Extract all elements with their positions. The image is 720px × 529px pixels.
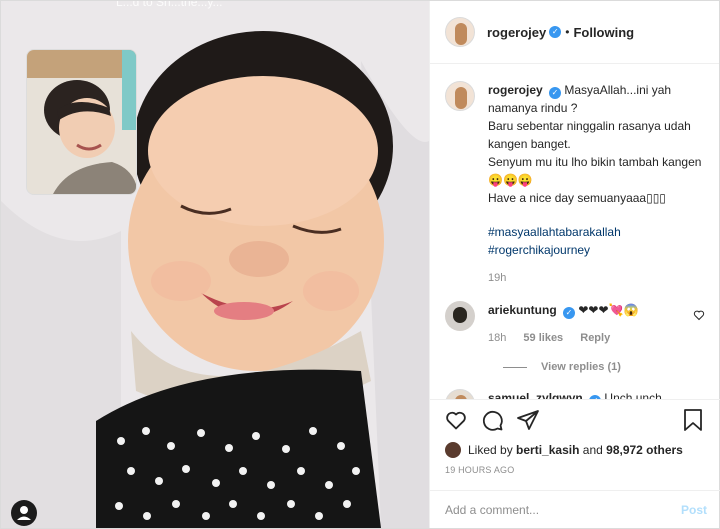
view-replies-label: View replies (1)	[541, 361, 621, 373]
post-comment-button[interactable]: Post	[681, 503, 707, 517]
likes-summary: Liked by berti_kasih and 98,972 others	[430, 440, 720, 460]
bookmark-icon[interactable]	[682, 408, 704, 432]
add-comment-input[interactable]	[445, 503, 681, 517]
tagged-users-button[interactable]	[11, 500, 37, 526]
header-separator: •	[565, 25, 570, 39]
post-side-panel: rogerojey ✓ • Following rogerojey ✓ Masy…	[429, 1, 720, 529]
caption-time: 19h	[488, 272, 507, 284]
post-window: L...d to Sh...the...y... rogerojey ✓ • F…	[0, 0, 720, 529]
caption-line: Senyum mu itu lho bikin tambah kangen😛😛😛	[488, 155, 702, 187]
commenter-avatar[interactable]	[445, 301, 475, 331]
post-photo[interactable]: L...d to Sh...the...y...	[1, 1, 429, 528]
reply-button[interactable]: Reply	[580, 332, 610, 344]
hashtag-link[interactable]: #masyaallahtabarakallah	[488, 223, 705, 241]
caption-line: Have a nice day semuanyaaa▯▯▯	[488, 191, 666, 205]
comment-item: samuel_zylgwyn ✓ Unch unch	[445, 389, 705, 399]
caption-username[interactable]: rogerojey	[488, 83, 543, 97]
comments-list[interactable]: rogerojey ✓ MasyaAllah...ini yah namanya…	[430, 65, 720, 399]
commenter-username[interactable]: ariekuntung	[488, 303, 557, 317]
heart-icon[interactable]	[444, 408, 468, 432]
following-button[interactable]: Following	[573, 25, 634, 40]
hashtag-link[interactable]: #rogerchikajourney	[488, 241, 705, 259]
share-icon[interactable]	[516, 408, 540, 432]
comment-item: ariekuntung ✓ ❤❤❤💘😱 18h 59 likes Reply	[445, 301, 705, 347]
comment-time: 18h	[488, 332, 507, 344]
commenter-avatar[interactable]	[445, 389, 475, 399]
caption-line: Baru sebentar ninggalin rasanya udah kan…	[488, 119, 691, 151]
author-username[interactable]: rogerojey	[487, 25, 546, 40]
comment-likes[interactable]: 59 likes	[523, 332, 563, 344]
comment-like-heart-icon[interactable]	[693, 309, 705, 321]
commenter-username[interactable]: samuel_zylgwyn	[488, 391, 583, 399]
post-actions: Liked by berti_kasih and 98,972 others 1…	[430, 399, 720, 529]
caption-item: rogerojey ✓ MasyaAllah...ini yah namanya…	[445, 81, 705, 287]
verified-badge-icon: ✓	[549, 87, 562, 99]
caption-avatar[interactable]	[445, 81, 475, 111]
liked-others[interactable]: 98,972 others	[606, 443, 683, 457]
comment-text: Unch unch	[604, 391, 662, 399]
post-timestamp[interactable]: 19 HOURS AGO	[430, 465, 720, 475]
author-avatar[interactable]	[445, 17, 475, 47]
person-icon	[17, 506, 31, 520]
post-header: rogerojey ✓ • Following	[430, 1, 719, 64]
comment-icon[interactable]	[480, 408, 504, 432]
comment-text: ❤❤❤💘😱	[578, 303, 639, 317]
replies-divider	[503, 366, 527, 368]
video-call-caption: L...d to Sh...the...y...	[116, 1, 223, 9]
video-call-pip	[26, 49, 137, 195]
view-replies-button[interactable]: View replies (1)	[503, 361, 705, 373]
liked-prefix: Liked by	[468, 443, 513, 457]
liker-avatar[interactable]	[445, 442, 461, 458]
liked-username[interactable]: berti_kasih	[516, 443, 579, 457]
add-comment-bar: Post	[430, 490, 720, 529]
liked-and: and	[582, 443, 603, 457]
verified-badge-icon: ✓	[549, 26, 562, 38]
verified-badge-icon: ✓	[563, 307, 576, 319]
man-portrait-illustration	[27, 50, 136, 194]
